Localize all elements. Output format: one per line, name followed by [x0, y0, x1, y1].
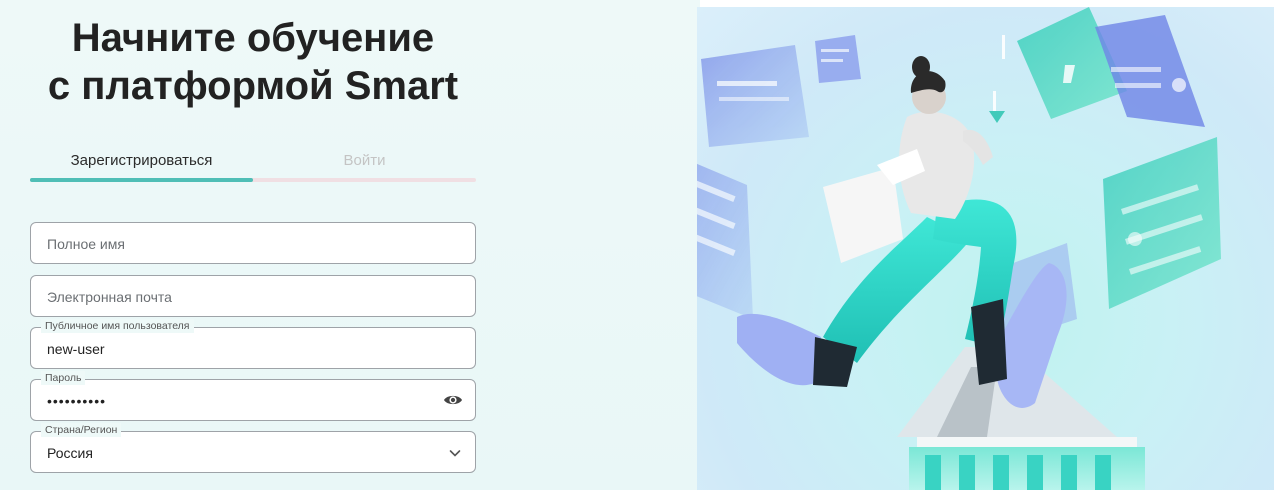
arrow-marks: [989, 35, 1005, 123]
tab-active-indicator: [30, 178, 253, 182]
country-value: Россия: [47, 445, 93, 461]
panel-small-top: [815, 35, 861, 83]
chevron-down-icon[interactable]: [449, 446, 461, 458]
country-select[interactable]: Страна/Регион Россия: [30, 423, 476, 473]
email-placeholder: Электронная почта: [47, 289, 172, 305]
eye-icon[interactable]: [443, 392, 463, 408]
password-label: Пароль: [41, 371, 86, 385]
tab-register[interactable]: Зарегистрироваться: [30, 150, 253, 178]
username-label: Публичное имя пользователя: [41, 319, 194, 333]
full-name-placeholder: Полное имя: [47, 236, 125, 252]
hero-illustration: [697, 7, 1274, 490]
illustration-art: [697, 7, 1221, 490]
title-line-2: с платформой Smart: [47, 64, 459, 108]
panel-left-top: [701, 45, 809, 147]
panel-right-top: [1017, 7, 1205, 127]
password-field[interactable]: Пароль ••••••••••: [30, 371, 476, 421]
page-title: Начните обучение с платформой Smart: [30, 14, 476, 110]
panel-right-mid: [1103, 137, 1221, 309]
password-value: ••••••••••: [47, 393, 107, 409]
username-field[interactable]: Публичное имя пользователя new-user: [30, 319, 476, 369]
email-field[interactable]: Электронная почта: [30, 275, 476, 317]
full-name-field[interactable]: Полное имя: [30, 222, 476, 264]
signup-panel: Начните обучение с платформой Smart Заре…: [0, 0, 700, 490]
auth-tabs: Зарегистрироваться Войти: [30, 150, 476, 186]
username-value: new-user: [47, 341, 105, 357]
title-line-1: Начните обучение: [71, 16, 435, 60]
panel-left-mid: [697, 163, 753, 319]
tab-login[interactable]: Войти: [253, 150, 476, 178]
country-label: Страна/Регион: [41, 423, 122, 437]
